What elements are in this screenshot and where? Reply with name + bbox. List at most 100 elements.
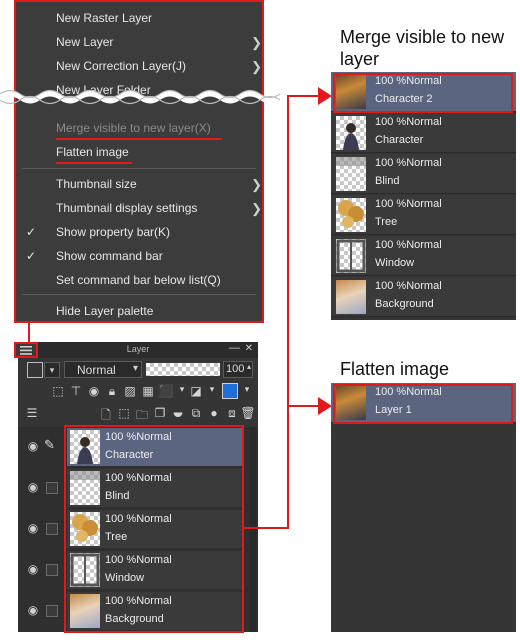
layer-context-menu: New Raster Layer New Layer ❯ New Correct…: [14, 0, 264, 323]
layer-thumbnail: [336, 157, 366, 191]
menu-item-thumbnail-size[interactable]: Thumbnail size ❯: [56, 177, 262, 192]
layer-color-icon[interactable]: ⬛: [158, 384, 174, 398]
layer-toggle[interactable]: [46, 605, 58, 617]
new-raster-layer-icon[interactable]: 🗋︎: [98, 406, 114, 427]
layer-mode: 100 %Normal: [375, 157, 442, 169]
layer-list-icon[interactable]: ☰: [24, 406, 40, 420]
chevron-down-icon[interactable]: ▾: [239, 384, 255, 395]
minimize-icon[interactable]: —: [229, 342, 240, 354]
pen-icon: ✎: [44, 437, 55, 452]
palette-property-row: ⬚ ⊤ ◉ 🔒︎ ▨ ▦ ⬛ ▾ ◪ ▾ ▾: [18, 381, 258, 403]
menu-item-new-layer[interactable]: New Layer ❯: [56, 35, 262, 50]
layer-list-highlight: [64, 425, 244, 633]
connector-line: [287, 95, 289, 529]
menu-item-label: New Layer: [56, 35, 114, 49]
menu-item-show-command-bar[interactable]: Show command bar: [56, 249, 163, 263]
layer-toggle[interactable]: [46, 482, 58, 494]
expression-color-swatch[interactable]: [27, 362, 43, 378]
menu-tear-mark: [0, 89, 280, 105]
layer-row[interactable]: 100 %Normal Character: [331, 113, 516, 153]
layer-color-swatch[interactable]: [222, 383, 238, 399]
merge-result-heading: Merge visible to new layer: [340, 27, 505, 69]
lock-transparent-icon[interactable]: ▨: [122, 384, 138, 398]
layer-row[interactable]: 100 %Normal Background: [331, 277, 516, 317]
flattened-layer-highlight: [333, 384, 513, 424]
close-icon[interactable]: ✕: [245, 343, 253, 354]
layer-mode: 100 %Normal: [375, 280, 442, 292]
palette-menu-button[interactable]: [14, 342, 38, 358]
chevron-down-icon[interactable]: ▾: [204, 384, 220, 395]
apply-mask-icon[interactable]: ⧈: [224, 406, 240, 421]
reference-layer-icon[interactable]: ⬚: [50, 384, 66, 398]
eye-icon[interactable]: ◉: [26, 439, 40, 453]
menu-item-show-property-bar[interactable]: Show property bar(K): [56, 225, 170, 239]
chevron-right-icon: ❯: [251, 59, 262, 74]
checkmark-icon: ✓: [26, 249, 37, 263]
opacity-input[interactable]: 100 ▴: [223, 361, 253, 378]
draft-layer-icon[interactable]: ⊤: [68, 384, 84, 398]
checkmark-icon: ✓: [26, 225, 37, 239]
layer-mask-icon[interactable]: ●: [206, 406, 222, 420]
menu-item-set-command-bar-below[interactable]: Set command bar below list(Q): [56, 273, 221, 287]
connector-line: [287, 405, 321, 407]
new-vector-layer-icon[interactable]: ⬚: [116, 406, 132, 420]
opacity-slider[interactable]: [146, 363, 220, 376]
chevron-right-icon: ❯: [251, 177, 262, 192]
clip-layer-icon[interactable]: ◪: [188, 384, 204, 398]
hamburger-icon: [20, 346, 32, 355]
opacity-value: 100: [226, 363, 245, 375]
layer-name: Background: [375, 298, 434, 310]
ruler-icon[interactable]: ▦: [140, 384, 156, 398]
eye-icon[interactable]: ◉: [26, 480, 40, 494]
chevron-right-icon: ❯: [251, 35, 262, 50]
new-folder-icon[interactable]: 🗀︎: [134, 406, 150, 427]
menu-item-flatten-image[interactable]: Flatten image: [56, 145, 129, 159]
copy-layer-icon[interactable]: ❐: [152, 406, 168, 420]
menu-item-hide-layer-palette[interactable]: Hide Layer palette: [56, 304, 153, 318]
trash-icon[interactable]: 🗑︎: [240, 406, 256, 420]
layer-row[interactable]: 100 %Normal Window: [331, 236, 516, 276]
menu-item-new-raster-layer[interactable]: New Raster Layer: [56, 11, 152, 25]
stepper-icon: ▴: [246, 362, 251, 371]
arrow-right-icon: [318, 87, 332, 105]
layer-name: Blind: [375, 175, 400, 187]
blend-mode-select[interactable]: Normal ▾: [64, 361, 142, 378]
layer-toggle[interactable]: [46, 523, 58, 535]
lock-icon[interactable]: 🔒︎: [104, 384, 120, 399]
layer-mode: 100 %Normal: [375, 198, 442, 210]
palette-title-bar: Layer — ✕: [18, 342, 258, 358]
mask-icon[interactable]: ◉: [86, 384, 102, 398]
merge-layer-icon[interactable]: ⯋: [170, 406, 186, 421]
flatten-underline: [56, 162, 132, 164]
layer-row[interactable]: 100 %Normal Tree: [331, 195, 516, 235]
blend-mode-value: Normal: [77, 363, 116, 377]
menu-item-thumbnail-display[interactable]: Thumbnail display settings ❯: [56, 201, 262, 216]
eye-icon[interactable]: ◉: [26, 562, 40, 576]
new-layer-highlight: [333, 73, 513, 113]
chevron-down-icon[interactable]: ▾: [44, 362, 60, 378]
flatten-result-heading: Flatten image: [340, 359, 450, 379]
layer-name: Character: [375, 134, 424, 146]
menu-item-merge-visible[interactable]: Merge visible to new layer(X): [56, 121, 211, 135]
layer-thumbnail: [336, 116, 366, 150]
menu-item-label: Thumbnail display settings: [56, 201, 198, 215]
layer-thumbnail: [336, 239, 366, 273]
chevron-right-icon: ❯: [251, 201, 262, 216]
connector-line: [28, 323, 30, 343]
layer-thumbnail: [336, 198, 366, 232]
menu-item-new-correction-layer[interactable]: New Correction Layer(J) ❯: [56, 59, 262, 74]
menu-item-label: New Correction Layer(J): [56, 59, 187, 73]
menu-separator: [22, 294, 256, 295]
layer-name: Tree: [375, 216, 398, 228]
layer-toggle[interactable]: [46, 564, 58, 576]
merge-down-icon[interactable]: ⧉: [188, 406, 204, 421]
menu-item-label: Thumbnail size: [56, 177, 137, 191]
palette-mode-row: ▾ Normal ▾ 100 ▴: [18, 359, 258, 381]
merge-visible-underline: [56, 138, 222, 140]
eye-icon[interactable]: ◉: [26, 521, 40, 535]
palette-title: Layer: [126, 344, 150, 354]
layer-row[interactable]: 100 %Normal Blind: [331, 154, 516, 194]
eye-icon[interactable]: ◉: [26, 603, 40, 617]
layer-thumbnail: [336, 280, 366, 314]
layer-list-scrollbar[interactable]: [250, 427, 256, 632]
